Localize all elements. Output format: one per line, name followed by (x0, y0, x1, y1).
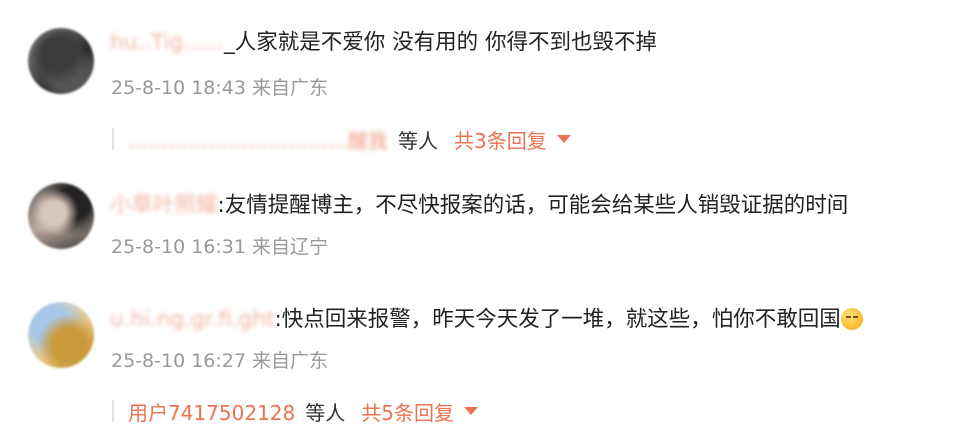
username-separator: _ (224, 30, 235, 55)
comment-meta: 25-8-10 16:31 来自辽宁 (111, 236, 328, 258)
username-link[interactable]: u.hi.ng.gr.fi.ght (110, 305, 274, 335)
replier-suffix: 等人 (398, 128, 438, 153)
replier-link[interactable]: ……………………………醒我 (128, 125, 388, 154)
reply-summary[interactable]: 用户7417502128 等人 共5条回复 (112, 396, 478, 426)
user-avatar[interactable] (28, 183, 94, 249)
replier-link[interactable]: 用户7417502128 (128, 397, 295, 426)
comment-line: 小草叶照耀:友情提醒博主，不尽快报案的话，可能会给某些人销毁证据的时间 (110, 191, 848, 221)
comment-line: hu..Tig......_人家就是不爱你 没有用的 你得不到也毁不掉 (110, 28, 657, 58)
comment-meta: 25-8-10 18:43 来自广东 (111, 77, 328, 99)
username-separator: : (217, 193, 225, 218)
reply-divider (112, 128, 114, 150)
comment-line: u.hi.ng.gr.fi.ght:快点回来报警，昨天今天发了一堆，就这些，怕你… (110, 305, 863, 335)
reply-divider (112, 400, 114, 422)
comment-text: 友情提醒博主，不尽快报案的话，可能会给某些人销毁证据的时间 (224, 193, 849, 218)
username-link[interactable]: hu..Tig...... (110, 28, 224, 58)
user-avatar[interactable] (28, 28, 94, 94)
username-separator: : (274, 307, 282, 332)
reply-summary[interactable]: ……………………………醒我 等人 共3条回复 (112, 124, 571, 154)
chevron-down-icon[interactable] (463, 407, 478, 415)
comment-meta: 25-8-10 16:27 来自广东 (111, 350, 328, 372)
reply-count-link[interactable]: 共5条回复 (361, 397, 454, 426)
comment-text: 人家就是不爱你 没有用的 你得不到也毁不掉 (234, 30, 657, 55)
user-avatar[interactable] (28, 302, 94, 368)
username-link[interactable]: 小草叶照耀 (110, 191, 218, 221)
sweat-smile-emoji-icon (840, 308, 863, 330)
reply-count-link[interactable]: 共3条回复 (454, 125, 547, 154)
chevron-down-icon[interactable] (556, 135, 571, 143)
comment-text: 快点回来报警，昨天今天发了一堆，就这些，怕你不敢回国 (281, 307, 841, 332)
replier-suffix: 等人 (305, 400, 346, 425)
